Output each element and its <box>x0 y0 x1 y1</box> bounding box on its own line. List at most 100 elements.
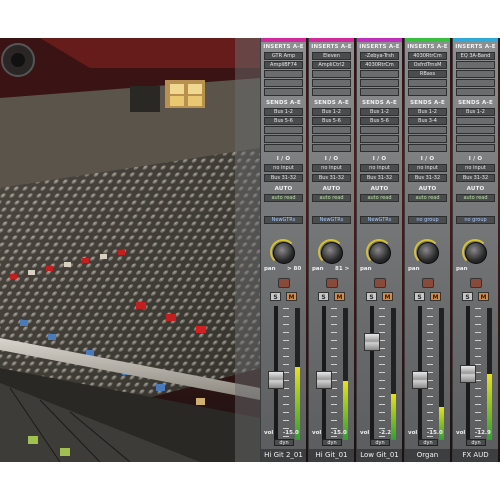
insert-slot[interactable] <box>264 79 303 87</box>
track-name[interactable]: FX AUD <box>453 449 498 462</box>
record-enable-button[interactable] <box>374 278 386 288</box>
dyn-button[interactable]: dyn <box>274 439 294 446</box>
output-selector[interactable]: Bus 31-32 <box>408 174 447 182</box>
send-slot[interactable]: Bus 5-6 <box>360 117 399 125</box>
group-selector[interactable]: NewGTRs <box>264 216 303 224</box>
dyn-button[interactable]: dyn <box>466 439 486 446</box>
send-slot[interactable] <box>312 135 351 143</box>
insert-slot[interactable] <box>264 88 303 96</box>
send-slot[interactable]: Bus 1-2 <box>264 108 303 116</box>
insert-slot[interactable]: EQ 3A-Band <box>456 52 495 60</box>
insert-slot[interactable] <box>408 79 447 87</box>
dyn-button[interactable]: dyn <box>418 439 438 446</box>
record-enable-button[interactable] <box>422 278 434 288</box>
insert-slot[interactable] <box>312 79 351 87</box>
send-slot[interactable] <box>312 126 351 134</box>
send-slot[interactable] <box>264 144 303 152</box>
insert-slot[interactable]: RBass <box>408 70 447 78</box>
insert-slot[interactable] <box>456 70 495 78</box>
insert-slot[interactable] <box>408 88 447 96</box>
output-selector[interactable]: Bus 31-32 <box>456 174 495 182</box>
send-slot[interactable] <box>360 126 399 134</box>
input-selector[interactable]: no input <box>360 164 399 172</box>
automation-mode-selector[interactable]: auto read <box>264 194 303 202</box>
input-selector[interactable]: no input <box>312 164 351 172</box>
send-slot[interactable]: Bus 3-4 <box>408 117 447 125</box>
insert-slot[interactable]: GTR Amp <box>264 52 303 60</box>
insert-slot[interactable] <box>312 70 351 78</box>
send-slot[interactable] <box>408 135 447 143</box>
solo-button[interactable]: S <box>366 292 377 301</box>
insert-slot[interactable] <box>456 61 495 69</box>
send-slot[interactable]: Bus 5-6 <box>312 117 351 125</box>
insert-slot[interactable] <box>264 70 303 78</box>
insert-slot[interactable]: 4030RtrCm <box>408 52 447 60</box>
pan-knob[interactable] <box>465 242 487 264</box>
dyn-button[interactable]: dyn <box>370 439 390 446</box>
insert-slot[interactable]: AmpliBF74 <box>264 61 303 69</box>
group-selector[interactable]: no group <box>456 216 495 224</box>
mute-button[interactable]: M <box>334 292 345 301</box>
send-slot[interactable] <box>312 144 351 152</box>
send-slot[interactable]: Bus 5-6 <box>264 117 303 125</box>
automation-mode-selector[interactable]: auto read <box>456 194 495 202</box>
mute-button[interactable]: M <box>478 292 489 301</box>
solo-button[interactable]: S <box>270 292 281 301</box>
send-slot[interactable] <box>360 135 399 143</box>
send-slot[interactable] <box>456 117 495 125</box>
send-slot[interactable] <box>408 144 447 152</box>
insert-slot[interactable]: OsfrdTrnsM <box>408 61 447 69</box>
insert-slot[interactable]: Eleven <box>312 52 351 60</box>
volume-fader[interactable] <box>412 371 428 389</box>
track-name[interactable]: Hi Git_01 <box>309 449 354 462</box>
send-slot[interactable] <box>456 135 495 143</box>
insert-slot[interactable] <box>360 88 399 96</box>
input-selector[interactable]: no input <box>408 164 447 172</box>
insert-slot[interactable] <box>456 79 495 87</box>
solo-button[interactable]: S <box>318 292 329 301</box>
track-name[interactable]: Low Git_01 <box>357 449 402 462</box>
send-slot[interactable]: Bus 1-2 <box>312 108 351 116</box>
mute-button[interactable]: M <box>382 292 393 301</box>
insert-slot[interactable] <box>312 88 351 96</box>
dyn-button[interactable]: dyn <box>322 439 342 446</box>
send-slot[interactable] <box>456 144 495 152</box>
output-selector[interactable]: Bus 31-32 <box>264 174 303 182</box>
volume-fader[interactable] <box>316 371 332 389</box>
track-name[interactable]: Organ <box>405 449 450 462</box>
record-enable-button[interactable] <box>278 278 290 288</box>
send-slot[interactable]: Bus 1-2 <box>456 108 495 116</box>
record-enable-button[interactable] <box>470 278 482 288</box>
group-selector[interactable]: NewGTRs <box>360 216 399 224</box>
record-enable-button[interactable] <box>326 278 338 288</box>
pan-knob[interactable] <box>369 242 391 264</box>
insert-slot[interactable]: 4030RtrCm <box>360 61 399 69</box>
mute-button[interactable]: M <box>286 292 297 301</box>
solo-button[interactable]: S <box>414 292 425 301</box>
insert-slot[interactable]: AmpliCtrl2 <box>312 61 351 69</box>
send-slot[interactable]: Bus 1-2 <box>360 108 399 116</box>
volume-fader[interactable] <box>460 364 476 383</box>
solo-button[interactable]: S <box>462 292 473 301</box>
insert-slot[interactable] <box>456 88 495 96</box>
pan-knob[interactable] <box>417 242 439 264</box>
send-slot[interactable] <box>264 135 303 143</box>
automation-mode-selector[interactable]: auto read <box>312 194 351 202</box>
input-selector[interactable]: no input <box>264 164 303 172</box>
send-slot[interactable] <box>360 144 399 152</box>
send-slot[interactable] <box>264 126 303 134</box>
automation-mode-selector[interactable]: auto read <box>360 194 399 202</box>
send-slot[interactable] <box>408 126 447 134</box>
volume-fader[interactable] <box>268 371 284 389</box>
automation-mode-selector[interactable]: auto read <box>408 194 447 202</box>
insert-slot[interactable] <box>360 79 399 87</box>
output-selector[interactable]: Bus 31-32 <box>312 174 351 182</box>
volume-fader[interactable] <box>364 332 380 351</box>
insert-slot[interactable] <box>360 70 399 78</box>
insert-slot[interactable]: -Zebya-Trsh <box>360 52 399 60</box>
mute-button[interactable]: M <box>430 292 441 301</box>
send-slot[interactable] <box>456 126 495 134</box>
input-selector[interactable]: no input <box>456 164 495 172</box>
group-selector[interactable]: no group <box>408 216 447 224</box>
group-selector[interactable]: NewGTRs <box>312 216 351 224</box>
